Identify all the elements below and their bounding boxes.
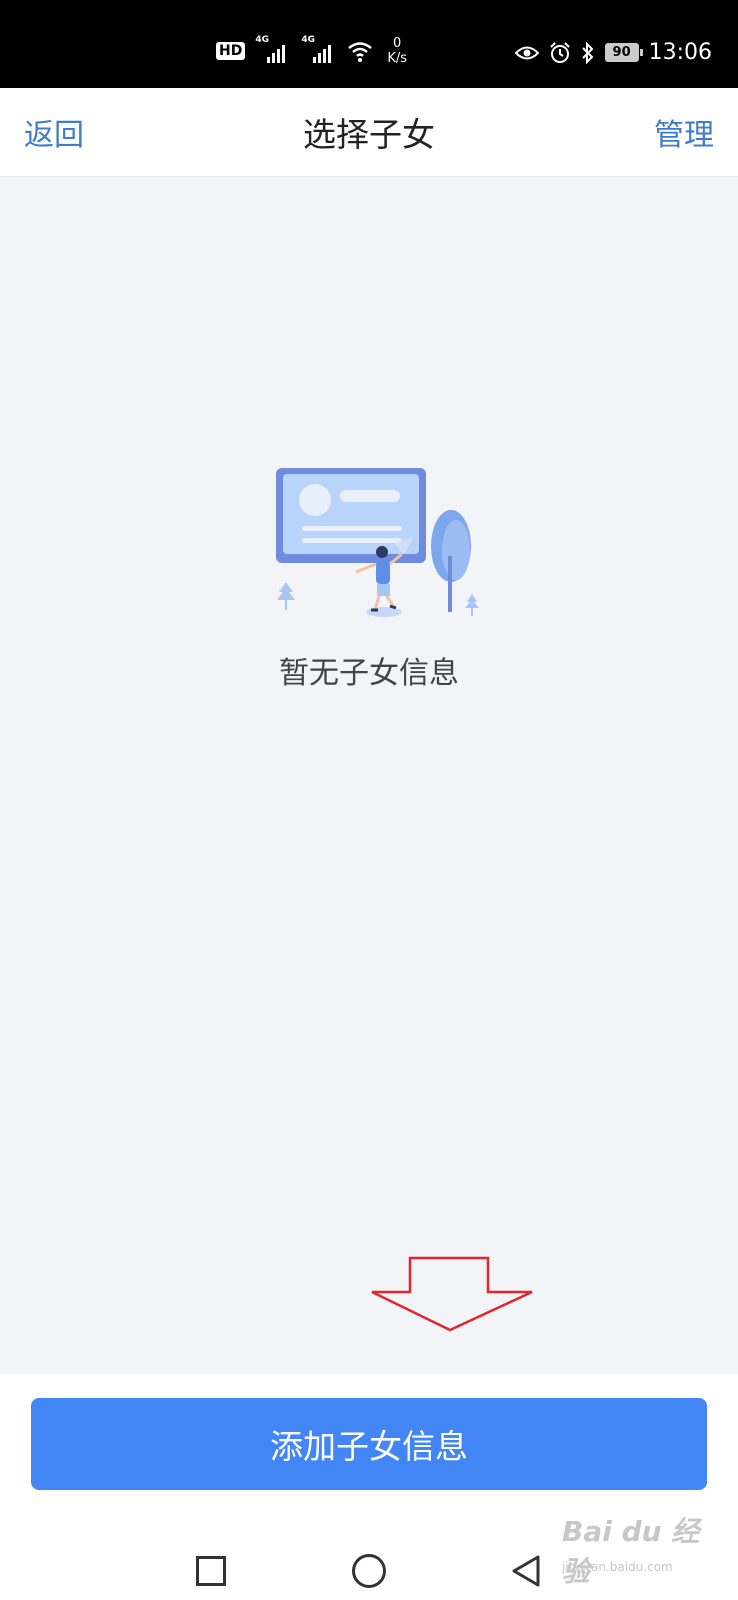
battery-icon: 90 xyxy=(604,43,643,62)
status-left-group: HD 4G 4G 0 K/s xyxy=(216,35,407,66)
clock: 13:06 xyxy=(648,40,712,65)
watermark-url: jingyan.baidu.com xyxy=(562,1560,673,1574)
speed-unit: K/s xyxy=(387,51,408,66)
alarm-icon xyxy=(549,41,570,63)
home-icon[interactable] xyxy=(352,1554,386,1588)
network-tag: 4G xyxy=(301,35,315,45)
signal-icon: 4G xyxy=(255,35,291,63)
speed-value: 0 xyxy=(393,36,402,51)
back-triangle-icon[interactable] xyxy=(510,1554,542,1588)
hd-icon: HD xyxy=(216,42,246,60)
eye-icon xyxy=(514,46,539,59)
watermark-logo-text: Bai du 经验 xyxy=(562,1515,700,1588)
status-bar: HD 4G 4G 0 K/s 90 13:06 xyxy=(0,0,738,88)
page-title: 选择子女 xyxy=(303,115,435,154)
app-header: 返回 选择子女 管理 xyxy=(0,88,738,177)
empty-message: 暂无子女信息 xyxy=(279,656,459,691)
add-child-info-button[interactable]: 添加子女信息 xyxy=(31,1398,707,1490)
baidu-watermark: Bai du 经验 jingyan.baidu.com xyxy=(562,1510,722,1588)
recent-apps-icon[interactable] xyxy=(196,1556,226,1586)
manage-link[interactable]: 管理 xyxy=(654,110,714,154)
bluetooth-icon xyxy=(581,41,594,64)
network-tag: 4G xyxy=(255,35,269,45)
wifi-icon xyxy=(348,42,373,62)
network-speed: 0 K/s xyxy=(387,36,407,66)
status-right-group: 90 13:06 xyxy=(514,40,712,65)
empty-profile-illustration xyxy=(236,468,506,650)
signal-icon: 4G xyxy=(301,35,337,63)
red-down-arrow-icon xyxy=(371,1256,533,1332)
